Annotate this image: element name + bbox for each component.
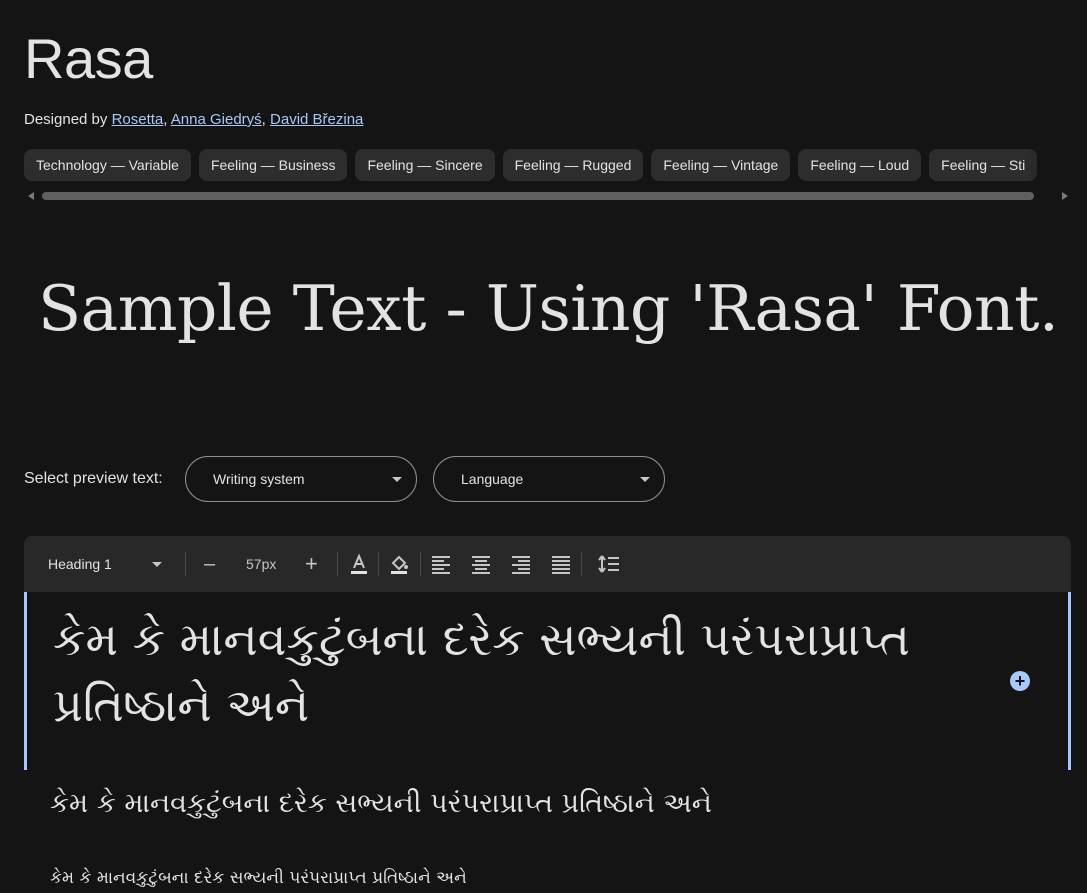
language-select[interactable]: Language xyxy=(433,456,665,502)
increase-size-button[interactable]: + xyxy=(305,536,318,592)
tag-chip[interactable]: Feeling — Vintage xyxy=(651,149,791,181)
font-size-value[interactable]: 57px xyxy=(246,536,276,592)
preview-small-text[interactable]: કેમ કે માનવકુટુંબના દરેક સભ્યની પરંપરાપ્… xyxy=(50,868,467,888)
text-style-dropdown[interactable]: Heading 1 xyxy=(48,536,178,592)
writing-system-value: Writing system xyxy=(213,471,305,487)
toolbar-divider xyxy=(185,552,186,576)
tag-chip[interactable]: Feeling — Business xyxy=(198,149,348,181)
tag-list: Technology — Variable Feeling — Business… xyxy=(24,149,1087,181)
tag-chip[interactable]: Feeling — Sti xyxy=(929,149,1038,181)
text-style-value: Heading 1 xyxy=(48,556,112,572)
designer-link-david-brezina[interactable]: David Březina xyxy=(270,111,363,128)
preview-heading-text[interactable]: કેમ કે માનવકુટુંબના દરેક સભ્યની પરંપરાપ્… xyxy=(53,606,983,738)
designer-link-rosetta[interactable]: Rosetta xyxy=(112,111,164,128)
editor-toolbar: Heading 1 – 57px + xyxy=(24,536,1071,592)
align-center-icon[interactable] xyxy=(470,553,492,575)
highlight-color-icon[interactable] xyxy=(388,553,410,575)
font-title: Rasa xyxy=(24,27,153,90)
preview-text-label: Select preview text: xyxy=(24,470,163,487)
line-height-icon[interactable] xyxy=(598,553,620,575)
toolbar-divider xyxy=(378,552,379,576)
add-icon[interactable]: + xyxy=(1010,671,1030,691)
tag-chip[interactable]: Feeling — Rugged xyxy=(502,149,644,181)
designers-line: Designed by Rosetta, Anna Giedryś, David… xyxy=(24,111,364,128)
chevron-down-icon xyxy=(640,477,650,482)
tags-scrollbar[interactable] xyxy=(24,190,1072,202)
writing-system-select[interactable]: Writing system xyxy=(185,456,417,502)
designed-by-label: Designed by xyxy=(24,111,112,128)
tag-chip[interactable]: Feeling — Sincere xyxy=(355,149,495,181)
decrease-size-button[interactable]: – xyxy=(204,536,215,592)
toolbar-divider xyxy=(337,552,338,576)
sample-text-preview: Sample Text - Using 'Rasa' Font. xyxy=(38,272,1059,345)
tag-chip[interactable]: Feeling — Loud xyxy=(798,149,922,181)
preview-medium-text[interactable]: કેમ કે માનવકુટુંબના દરેક સભ્યની પરંપરાપ્… xyxy=(50,788,712,820)
chevron-down-icon xyxy=(392,477,402,482)
toolbar-divider xyxy=(420,552,421,576)
align-justify-icon[interactable] xyxy=(550,553,572,575)
toolbar-divider xyxy=(581,552,582,576)
preview-editor[interactable]: કેમ કે માનવકુટુંબના દરેક સભ્યની પરંપરાપ્… xyxy=(24,592,1071,770)
scroll-left-arrow-icon[interactable] xyxy=(28,192,34,200)
tags-fade-overlay xyxy=(1027,149,1087,181)
chevron-down-icon xyxy=(152,562,162,567)
designer-link-anna-giedrys[interactable]: Anna Giedryś xyxy=(171,111,262,128)
scrollbar-thumb[interactable] xyxy=(42,192,1034,200)
align-right-icon[interactable] xyxy=(510,553,532,575)
text-color-icon[interactable] xyxy=(348,553,370,575)
language-value: Language xyxy=(461,471,524,487)
tag-chip[interactable]: Technology — Variable xyxy=(24,149,191,181)
align-left-icon[interactable] xyxy=(430,553,452,575)
scroll-right-arrow-icon[interactable] xyxy=(1062,192,1068,200)
